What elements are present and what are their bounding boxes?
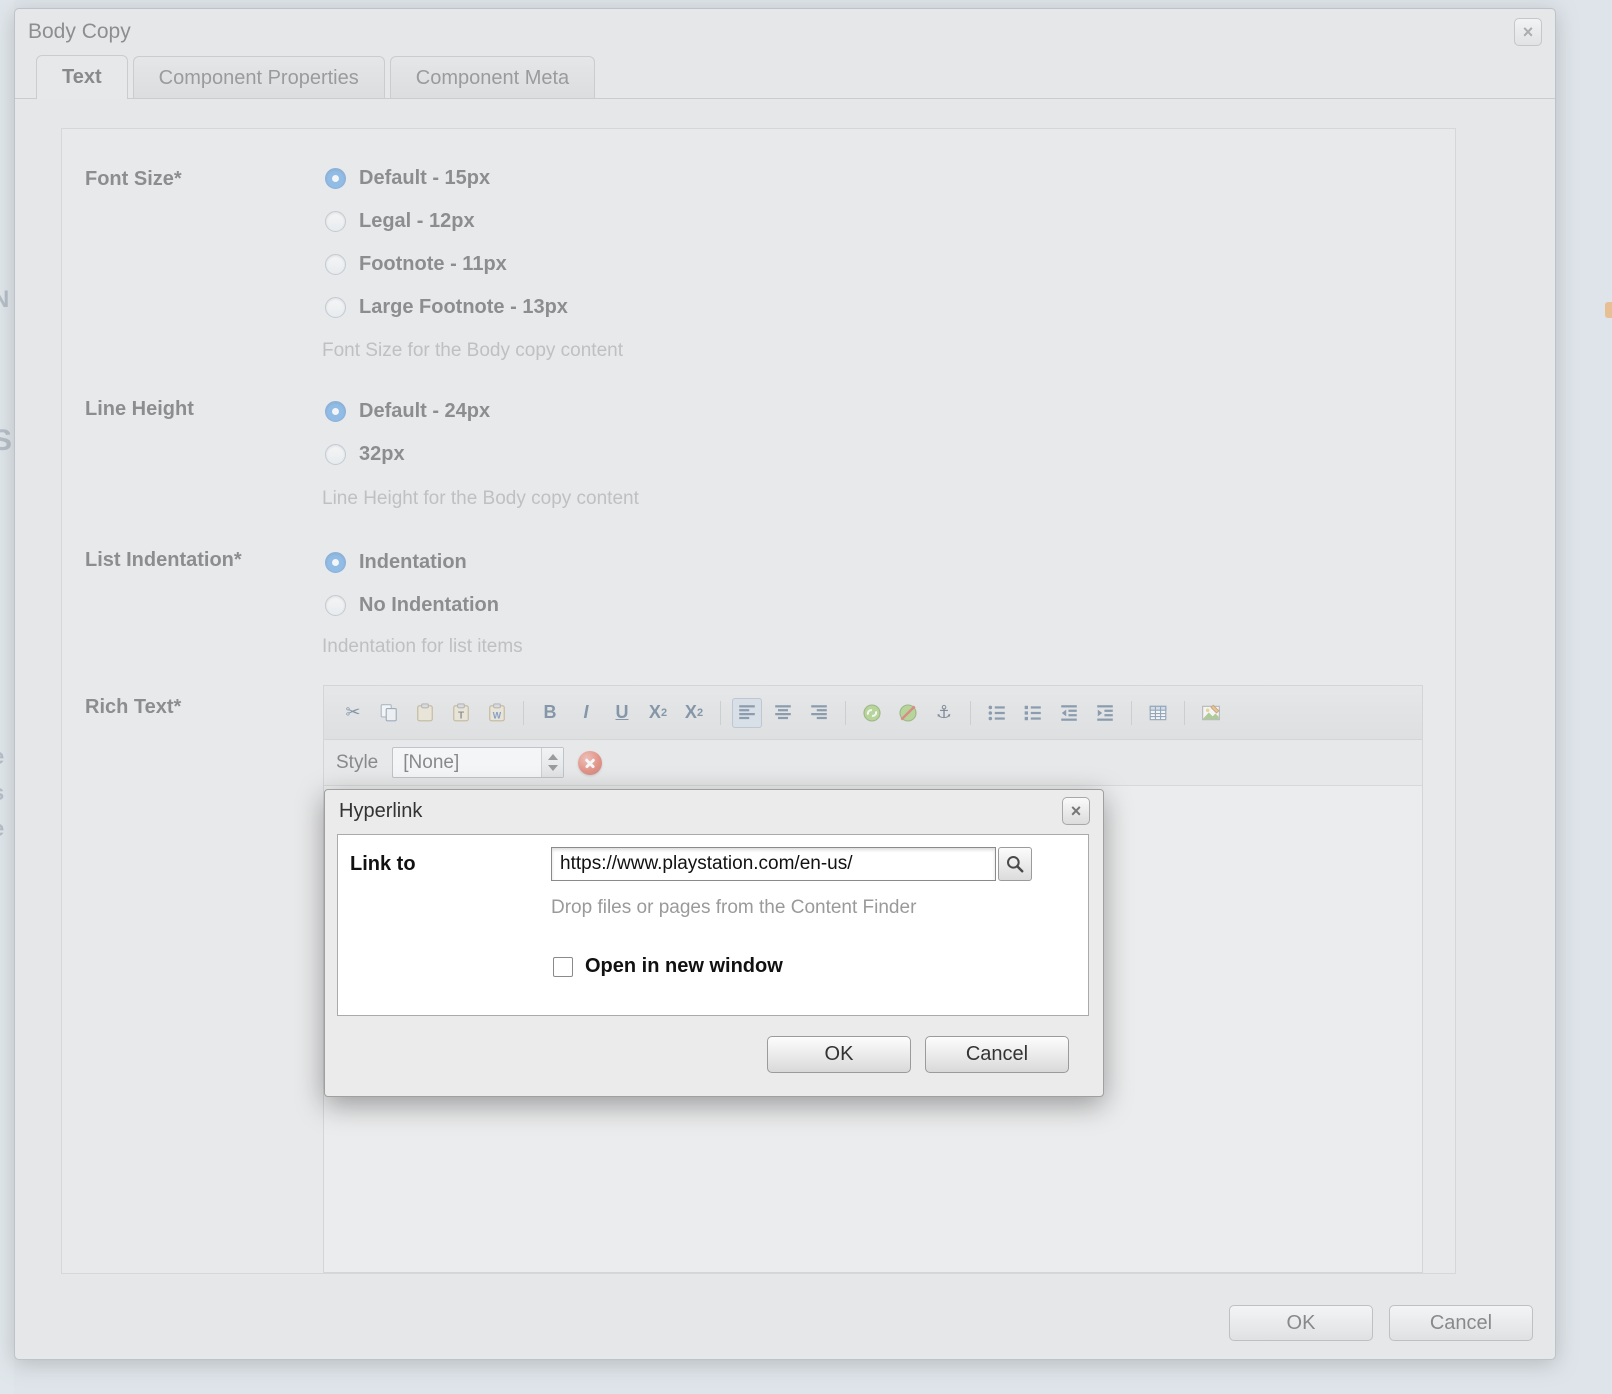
hyperlink-cancel-button[interactable]: Cancel	[925, 1036, 1069, 1073]
hyperlink-footer: OK Cancel	[767, 1036, 1069, 1073]
hyperlink-title: Hyperlink	[339, 800, 423, 822]
hyperlink-titlebar[interactable]: Hyperlink ×	[325, 790, 1103, 836]
browse-button[interactable]	[998, 847, 1032, 881]
link-help-text: Drop files or pages from the Content Fin…	[551, 897, 917, 918]
hyperlink-dialog: Hyperlink × Link to Drop files or pages …	[324, 789, 1104, 1097]
link-to-label: Link to	[350, 853, 416, 875]
link-url-input[interactable]	[551, 847, 996, 881]
hyperlink-ok-button[interactable]: OK	[767, 1036, 911, 1073]
modal-overlay	[0, 0, 1612, 1394]
search-icon	[1006, 855, 1024, 873]
open-new-window-label[interactable]: Open in new window	[585, 955, 783, 978]
hyperlink-form: Link to Drop files or pages from the Con…	[337, 834, 1089, 1016]
close-icon[interactable]: ×	[1062, 797, 1090, 825]
open-new-window-checkbox[interactable]	[553, 957, 573, 977]
